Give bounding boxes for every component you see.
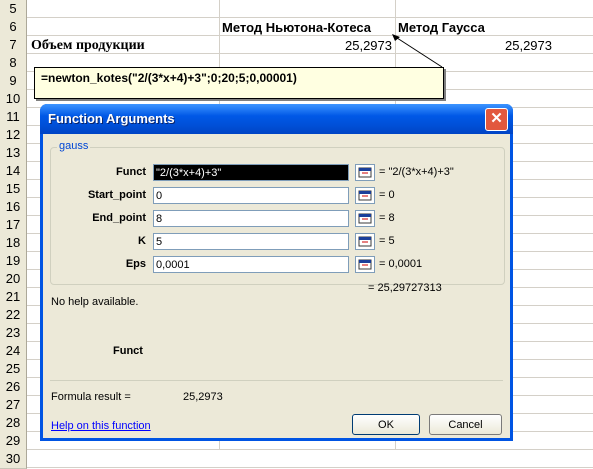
dialog-title: Function Arguments [48, 111, 175, 126]
argument-input[interactable]: 0 [153, 187, 349, 204]
total-result: = 25,29727313 [368, 282, 442, 294]
separator [50, 380, 503, 381]
argument-result: = 5 [379, 235, 395, 247]
argument-input[interactable]: 5 [153, 233, 349, 250]
argument-result: = "2/(3*x+4)+3" [379, 166, 454, 178]
argument-label: Eps [125, 258, 146, 270]
collapse-dialog-icon[interactable] [355, 233, 375, 250]
collapse-dialog-icon[interactable] [355, 164, 375, 181]
arguments-group: gauss Funct "2/(3*x+4)+3" = "2/(3*x+4)+3" S… [50, 140, 505, 285]
help-link[interactable]: Help on this function [51, 420, 151, 432]
argument-result: = 0 [379, 189, 395, 201]
cell-comment: =newton_kotes("2/(3*x+4)+3";0;20;5;0,000… [34, 67, 444, 99]
collapse-dialog-icon[interactable] [355, 256, 375, 273]
close-icon[interactable]: ✕ [485, 108, 508, 131]
argument-label: End_point [92, 212, 146, 224]
argument-label: K [138, 235, 146, 247]
argument-input[interactable]: "2/(3*x+4)+3" [153, 164, 349, 181]
cancel-button[interactable]: Cancel [429, 414, 502, 435]
argument-input[interactable]: 0,0001 [153, 256, 349, 273]
ok-button[interactable]: OK [352, 414, 420, 435]
help-text: No help available. [51, 296, 139, 308]
argument-result: = 8 [379, 212, 395, 224]
collapse-dialog-icon[interactable] [355, 187, 375, 204]
argument-description-name: Funct [113, 345, 143, 357]
formula-result-value: 25,2973 [183, 391, 223, 403]
function-name: gauss [57, 140, 91, 152]
argument-input[interactable]: 8 [153, 210, 349, 227]
comment-text: =newton_kotes("2/(3*x+4)+3";0;20;5;0,000… [41, 71, 297, 85]
row-gridline [27, 467, 593, 468]
argument-result: = 0,0001 [379, 258, 423, 270]
function-arguments-dialog[interactable]: Function Arguments ✕ gauss Funct "2/(3*x+… [40, 104, 513, 441]
row-header[interactable]: 30 [0, 450, 27, 469]
formula-result-label: Formula result = [51, 391, 131, 403]
row-gridline [27, 449, 593, 450]
argument-label: Start_point [87, 189, 146, 201]
dialog-body: gauss Funct "2/(3*x+4)+3" = "2/(3*x+4)+3" S… [43, 134, 510, 438]
dialog-titlebar[interactable]: Function Arguments ✕ [40, 104, 513, 134]
collapse-dialog-icon[interactable] [355, 210, 375, 227]
argument-label: Funct [116, 166, 146, 178]
